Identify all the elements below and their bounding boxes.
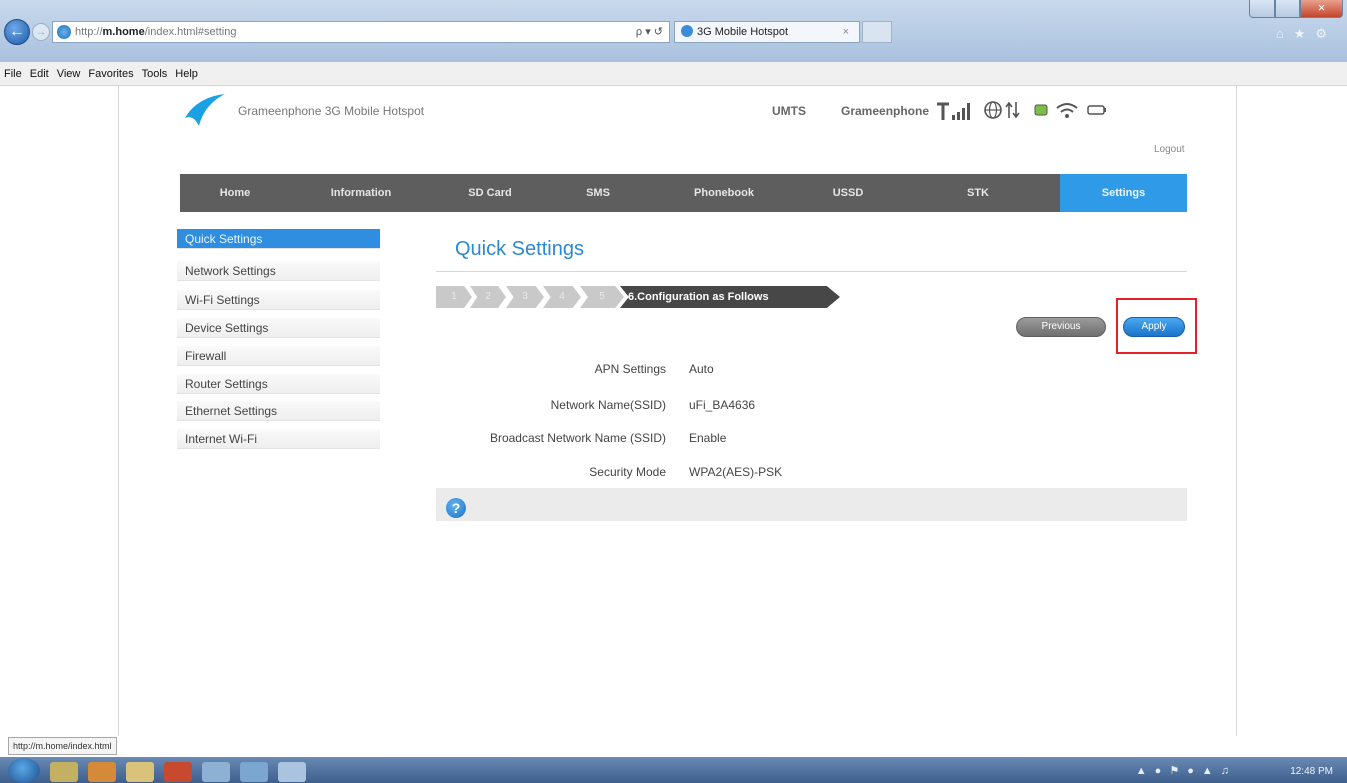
start-button[interactable] <box>8 758 40 783</box>
sidebar-item-ethernet-settings[interactable]: Ethernet Settings <box>177 401 380 421</box>
wifi-icon <box>1056 103 1078 118</box>
taskbar-app-icon[interactable] <box>50 762 78 782</box>
taskbar-app-icon[interactable] <box>240 762 268 782</box>
menu-help[interactable]: Help <box>171 62 202 86</box>
sidebar-item-device-settings[interactable]: Device Settings <box>177 318 380 338</box>
ssid-label: Network Name(SSID) <box>550 398 666 412</box>
home-icon[interactable]: ⌂ <box>1276 26 1294 41</box>
wizard-step-4: 4 <box>543 286 581 308</box>
tray-icon[interactable]: ● <box>1155 765 1170 777</box>
site-icon <box>57 25 71 39</box>
broadcast-ssid-value: Enable <box>689 431 727 445</box>
close-window-button[interactable]: × <box>1300 0 1343 18</box>
main-navigation: Home Information SD Card SMS Phonebook U… <box>180 174 1187 212</box>
signal-strength-icon <box>937 102 970 120</box>
taskbar-app-icon[interactable] <box>126 762 154 782</box>
security-mode-value: WPA2(AES)-PSK <box>689 465 783 479</box>
menu-bar: File Edit View Favorites Tools Help <box>0 62 1347 86</box>
settings-sidebar: Quick Settings Network Settings Wi-Fi Se… <box>177 229 380 455</box>
previous-button[interactable]: Previous <box>1016 317 1106 337</box>
volume-icon[interactable]: ♫ <box>1221 765 1237 777</box>
nav-home[interactable]: Home <box>180 174 290 212</box>
nav-ussd[interactable]: USSD <box>800 174 896 212</box>
status-bar-url: http://m.home/index.html <box>8 737 117 755</box>
menu-file[interactable]: File <box>0 62 26 86</box>
tab-icon <box>681 25 693 37</box>
search-refresh-icons[interactable]: ρ ▾ ↺ <box>636 22 663 42</box>
security-mode-label: Security Mode <box>589 465 666 479</box>
sidebar-item-router-settings[interactable]: Router Settings <box>177 374 380 394</box>
menu-view[interactable]: View <box>53 62 85 86</box>
wizard-step-5: 5 <box>580 286 624 308</box>
sidebar-item-wifi-settings[interactable]: Wi-Fi Settings <box>177 290 380 310</box>
forward-button[interactable]: → <box>32 23 50 41</box>
window-controls: × <box>1249 0 1343 19</box>
battery-icon <box>1087 105 1106 115</box>
internet-connection-icon <box>984 101 1020 119</box>
page-title: Quick Settings <box>455 238 584 260</box>
taskbar-clock: 12:48 PM <box>1290 766 1333 777</box>
gear-icon[interactable]: ⚙ <box>1315 26 1337 41</box>
favorites-icon[interactable]: ★ <box>1294 26 1316 41</box>
wizard-step-3: 3 <box>506 286 544 308</box>
logout-link[interactable]: Logout <box>1154 144 1185 155</box>
menu-edit[interactable]: Edit <box>26 62 53 86</box>
tab-close-icon[interactable]: × <box>843 22 849 42</box>
tab-title: 3G Mobile Hotspot <box>697 26 789 38</box>
help-icon[interactable]: ? <box>446 498 466 518</box>
wizard-step-current: 6.Configuration as Follows <box>620 286 840 308</box>
sidebar-item-quick-settings[interactable]: Quick Settings <box>177 229 380 249</box>
viewport-divider <box>118 86 119 736</box>
sidebar-item-firewall[interactable]: Firewall <box>177 346 380 366</box>
tray-icon[interactable]: ⚑ <box>1169 765 1187 777</box>
nav-sms[interactable]: SMS <box>548 174 648 212</box>
help-bar <box>436 488 1187 521</box>
nav-phonebook[interactable]: Phonebook <box>648 174 800 212</box>
nav-stk[interactable]: STK <box>896 174 1060 212</box>
back-button[interactable]: ← <box>4 19 30 45</box>
tray-icon[interactable]: ▲ <box>1136 765 1155 777</box>
sidebar-item-network-settings[interactable]: Network Settings <box>177 261 380 281</box>
network-type: UMTS <box>772 104 806 118</box>
taskbar-app-icon[interactable] <box>88 762 116 782</box>
new-tab-button[interactable] <box>862 21 892 43</box>
apply-highlight-box <box>1116 298 1197 354</box>
maximize-button[interactable] <box>1275 0 1300 18</box>
taskbar-app-icon[interactable] <box>164 762 192 782</box>
system-tray: ▲●⚑●▲♫ <box>1136 764 1237 777</box>
operator-name: Grameenphone <box>841 104 930 118</box>
apn-settings-label: APN Settings <box>594 362 666 376</box>
browser-tab[interactable]: 3G Mobile Hotspot × <box>674 21 860 43</box>
grameenphone-logo <box>185 94 225 126</box>
address-bar[interactable]: http://m.home/index.html#setting ρ ▾ ↺ <box>52 21 670 43</box>
nav-sd-card[interactable]: SD Card <box>432 174 548 212</box>
broadcast-ssid-label: Broadcast Network Name (SSID) <box>489 431 666 445</box>
taskbar-app-icon[interactable] <box>202 762 230 782</box>
viewport-divider <box>1236 86 1237 736</box>
tray-icon[interactable]: ▲ <box>1202 765 1221 777</box>
nav-information[interactable]: Information <box>290 174 432 212</box>
wizard-step-1: 1 <box>436 286 472 308</box>
brand-name: Grameenphone 3G Mobile Hotspot <box>238 104 425 118</box>
tray-icon[interactable]: ● <box>1187 765 1202 777</box>
menu-favorites[interactable]: Favorites <box>84 62 137 86</box>
title-divider <box>436 271 1187 272</box>
sms-icon <box>1034 104 1048 116</box>
menu-tools[interactable]: Tools <box>138 62 172 86</box>
minimize-button[interactable] <box>1249 0 1275 18</box>
nav-settings[interactable]: Settings <box>1060 174 1187 212</box>
wizard-step-2: 2 <box>470 286 506 308</box>
address-url: http://m.home/index.html#setting <box>75 26 237 38</box>
taskbar-ie-icon[interactable] <box>278 762 306 782</box>
browser-toolbar-icons: ⌂★⚙ <box>1276 26 1337 42</box>
ssid-value: uFi_BA4636 <box>689 398 756 412</box>
sidebar-item-internet-wifi[interactable]: Internet Wi-Fi <box>177 429 380 449</box>
apn-settings-value: Auto <box>689 362 714 376</box>
